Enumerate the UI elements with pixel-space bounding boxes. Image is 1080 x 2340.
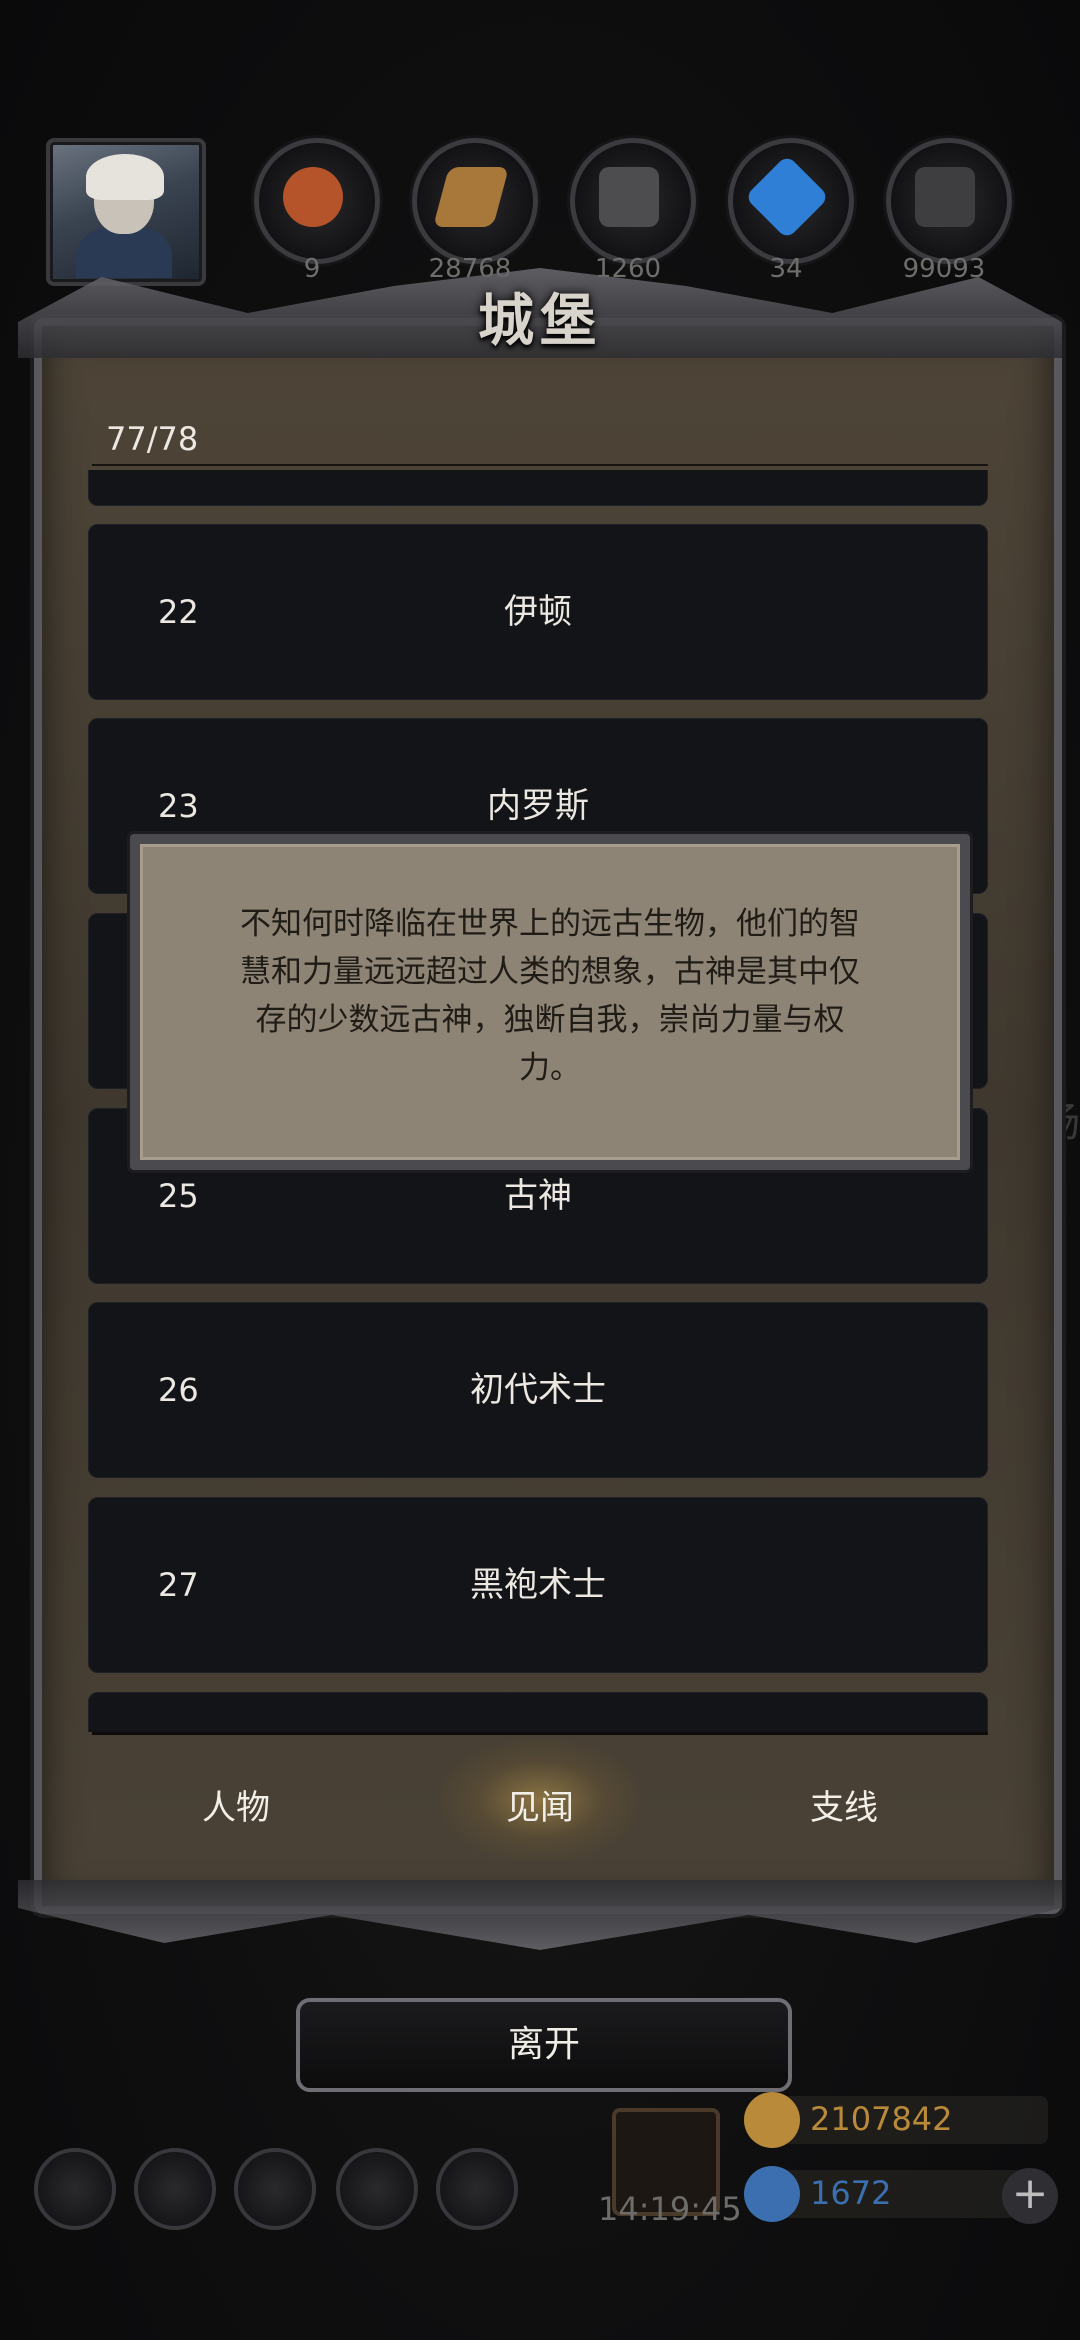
mail-icon[interactable] (336, 2148, 418, 2230)
popup-description: 不知何时降临在世界上的远古生物，他们的智慧和力量远远超过人类的想象，古神是其中仅… (240, 906, 860, 1086)
tab-people[interactable]: 人物 (136, 1780, 336, 1829)
entry-number: 22 (158, 593, 199, 631)
stone-resource[interactable] (570, 138, 696, 264)
list-item[interactable]: 伊顿 22 (88, 524, 988, 700)
stone-icon (599, 167, 659, 227)
crystal-resource[interactable] (728, 138, 854, 264)
crystal-icon (744, 154, 830, 240)
wood-resource[interactable] (412, 138, 538, 264)
gold-amount: 2107842 (810, 2100, 953, 2138)
wood-icon (432, 167, 510, 227)
meat-resource[interactable] (254, 138, 380, 264)
panel-ornament-bottom (18, 1880, 1062, 1950)
entry-name: 伊顿 (504, 592, 572, 632)
book-icon[interactable] (234, 2148, 316, 2230)
description-popup[interactable]: 不知何时降临在世界上的远古生物，他们的智慧和力量远远超过人类的想象，古神是其中仅… (130, 834, 970, 1170)
leave-button[interactable]: 离开 (296, 1998, 792, 2092)
gem-amount: 1672 (810, 2174, 892, 2212)
entry-number: 27 (158, 1566, 199, 1604)
avatar-hair (86, 154, 164, 200)
iron-icon (915, 167, 975, 227)
avatar-body (76, 228, 172, 278)
tab-side-quests[interactable]: 支线 (744, 1780, 944, 1829)
settings-icon[interactable] (34, 2148, 116, 2230)
list-item[interactable]: 初代术士 26 (88, 1302, 988, 1478)
gold-coin-icon (744, 2092, 800, 2148)
progress-counter: 77/78 (106, 420, 199, 458)
list-item[interactable] (88, 470, 988, 506)
player-avatar[interactable] (46, 138, 206, 286)
iron-resource[interactable] (886, 138, 1012, 264)
clock-time: 14:19:45 (598, 2190, 742, 2228)
meat-icon (283, 167, 343, 227)
tab-lore[interactable]: 见闻 (440, 1780, 640, 1829)
entry-name: 黑袍术士 (470, 1565, 606, 1605)
gem-icon (744, 2166, 800, 2222)
entry-number: 26 (158, 1371, 199, 1409)
list-divider-bottom (92, 1732, 988, 1735)
gear-icon[interactable] (436, 2148, 518, 2230)
panel-title: 城堡 (478, 289, 602, 354)
entry-name: 初代术士 (470, 1370, 606, 1410)
list-divider-top (92, 464, 988, 466)
achievement-icon[interactable] (134, 2148, 216, 2230)
list-item[interactable]: 黑袍术士 27 (88, 1497, 988, 1673)
list-item[interactable] (88, 1692, 988, 1732)
add-currency-button[interactable]: + (1002, 2168, 1058, 2224)
